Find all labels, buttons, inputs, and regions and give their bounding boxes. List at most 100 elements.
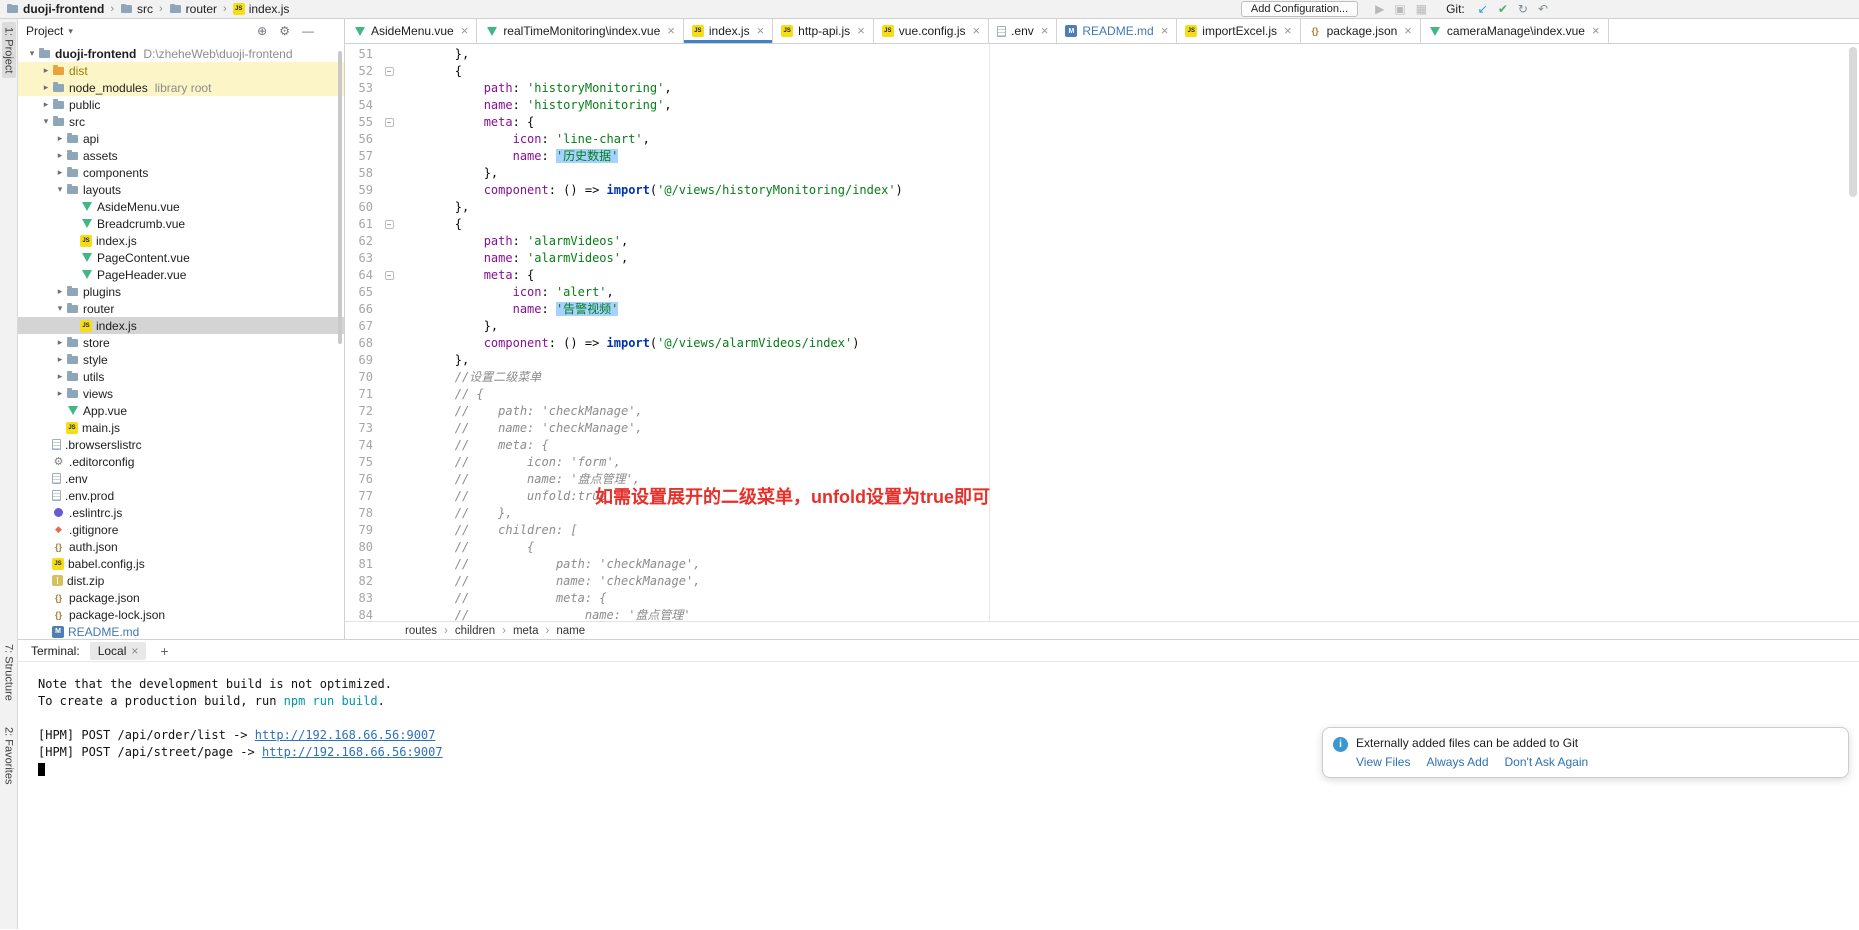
editor-tab[interactable]: {}package.json× — [1301, 19, 1421, 43]
tree-item-style[interactable]: ▸style — [18, 351, 344, 368]
editor-tab[interactable]: AsideMenu.vue× — [345, 19, 477, 43]
breadcrumb-item[interactable]: src — [120, 2, 153, 16]
tab-close-icon[interactable]: × — [1284, 26, 1292, 36]
code-text[interactable]: }, — [397, 199, 469, 216]
tree-item-store[interactable]: ▸store — [18, 334, 344, 351]
chevron-right-icon[interactable]: ▸ — [54, 354, 66, 365]
breadcrumb-item[interactable]: meta — [513, 625, 539, 637]
editor-tab[interactable]: cameraManage\index.vue× — [1421, 19, 1609, 43]
line-number[interactable]: 77 — [345, 488, 381, 505]
chevron-down-icon[interactable]: ▾ — [54, 303, 66, 314]
tab-close-icon[interactable]: × — [972, 26, 980, 36]
chevron-right-icon[interactable]: ▸ — [40, 65, 52, 76]
tree-item-.env.prod[interactable]: .env.prod — [18, 487, 344, 504]
line-number[interactable]: 63 — [345, 250, 381, 267]
line-number[interactable]: 65 — [345, 284, 381, 301]
code-text[interactable]: //设置二级菜单 — [397, 369, 541, 386]
tree-item-dist.zip[interactable]: dist.zip — [18, 572, 344, 589]
line-number[interactable]: 82 — [345, 573, 381, 590]
line-number[interactable]: 64 — [345, 267, 381, 284]
code-text[interactable]: // meta: { — [397, 437, 549, 454]
tab-close-icon[interactable]: × — [461, 26, 469, 36]
editor-tab[interactable]: MREADME.md× — [1057, 19, 1177, 43]
tree-item-router[interactable]: ▾router — [18, 300, 344, 317]
tree-item-PageContent.vue[interactable]: PageContent.vue — [18, 249, 344, 266]
chevron-right-icon[interactable]: ▸ — [54, 167, 66, 178]
code-text[interactable]: component: () => import('@/views/history… — [397, 182, 903, 199]
line-number[interactable]: 61 — [345, 216, 381, 233]
code-text[interactable]: // path: 'checkManage', — [397, 403, 643, 420]
chevron-right-icon[interactable]: ▸ — [40, 99, 52, 110]
code-text[interactable]: path: 'historyMonitoring', — [397, 80, 672, 97]
fold-icon[interactable]: − — [381, 63, 397, 80]
tool-button-structure[interactable]: 7: Structure — [2, 639, 16, 706]
editor-tab[interactable]: realTimeMonitoring\index.vue× — [477, 19, 684, 43]
tab-close-icon[interactable]: × — [1041, 26, 1049, 36]
project-view-selector[interactable]: Project ▾ — [26, 24, 73, 38]
line-number[interactable]: 68 — [345, 335, 381, 352]
code-text[interactable]: meta: { — [397, 114, 534, 131]
line-number[interactable]: 72 — [345, 403, 381, 420]
line-number[interactable]: 67 — [345, 318, 381, 335]
line-number[interactable]: 53 — [345, 80, 381, 97]
chevron-down-icon[interactable]: ▾ — [26, 48, 38, 59]
code-text[interactable]: name: 'historyMonitoring', — [397, 97, 672, 114]
code-text[interactable]: }, — [397, 46, 469, 63]
code-text[interactable]: // icon: 'form', — [397, 454, 621, 471]
code-text[interactable]: // { — [397, 386, 484, 403]
fold-icon[interactable]: − — [381, 216, 397, 233]
tree-item-api[interactable]: ▸api — [18, 130, 344, 147]
code-text[interactable]: icon: 'line-chart', — [397, 131, 650, 148]
line-number[interactable]: 56 — [345, 131, 381, 148]
tree-item-main.js[interactable]: JSmain.js — [18, 419, 344, 436]
tree-item-PageHeader.vue[interactable]: PageHeader.vue — [18, 266, 344, 283]
tree-item-package-lock.json[interactable]: {}package-lock.json — [18, 606, 344, 623]
tree-item-.editorconfig[interactable]: ⚙.editorconfig — [18, 453, 344, 470]
debug-icon[interactable]: ▣ — [1389, 1, 1410, 17]
line-number[interactable]: 80 — [345, 539, 381, 556]
notification-action[interactable]: Always Add — [1426, 755, 1488, 769]
chevron-right-icon[interactable]: ▸ — [54, 388, 66, 399]
chevron-right-icon[interactable]: ▸ — [54, 150, 66, 161]
fold-icon[interactable]: − — [381, 114, 397, 131]
code-text[interactable]: }, — [397, 318, 498, 335]
line-number[interactable]: 57 — [345, 148, 381, 165]
tool-button-favorites[interactable]: 2: Favorites — [2, 722, 16, 789]
line-number[interactable]: 75 — [345, 454, 381, 471]
tab-close-icon[interactable]: × — [1404, 26, 1412, 36]
breadcrumb-item[interactable]: JSindex.js — [233, 2, 290, 16]
code-text[interactable]: }, — [397, 165, 498, 182]
code-editor[interactable]: 51 },52− {53 path: 'historyMonitoring',5… — [345, 44, 1859, 621]
coverage-icon[interactable]: ▦ — [1411, 1, 1432, 17]
code-text[interactable]: // { — [397, 539, 534, 556]
line-number[interactable]: 66 — [345, 301, 381, 318]
line-number[interactable]: 55 — [345, 114, 381, 131]
tree-item-views[interactable]: ▸views — [18, 385, 344, 402]
chevron-right-icon[interactable]: ▸ — [54, 371, 66, 382]
breadcrumb-item[interactable]: children — [455, 625, 495, 637]
editor-tab[interactable]: JSindex.js× — [684, 19, 773, 43]
editor-tab[interactable]: .env× — [989, 19, 1057, 43]
code-text[interactable]: // name: 'checkManage', — [397, 420, 643, 437]
chevron-right-icon[interactable]: ▸ — [54, 286, 66, 297]
update-project-icon[interactable]: ↙ — [1473, 1, 1493, 17]
editor-scrollbar[interactable] — [1847, 44, 1859, 621]
code-text[interactable]: // path: 'checkManage', — [397, 556, 700, 573]
code-text[interactable]: // name: '盘点管理' — [397, 607, 691, 621]
line-number[interactable]: 54 — [345, 97, 381, 114]
chevron-right-icon[interactable]: ▸ — [54, 133, 66, 144]
tree-item-package.json[interactable]: {}package.json — [18, 589, 344, 606]
fold-box[interactable]: − — [385, 220, 394, 229]
history-icon[interactable]: ↻ — [1513, 1, 1533, 17]
line-number[interactable]: 76 — [345, 471, 381, 488]
code-text[interactable]: // unfold:true — [397, 488, 607, 505]
line-number[interactable]: 52 — [345, 63, 381, 80]
terminal-tab-local[interactable]: Local × — [90, 642, 147, 660]
line-number[interactable]: 69 — [345, 352, 381, 369]
terminal-link[interactable]: http://192.168.66.56:9007 — [255, 728, 436, 742]
line-number[interactable]: 81 — [345, 556, 381, 573]
tree-item-duoji-frontend[interactable]: ▾duoji-frontendD:\zheheWeb\duoji-fronten… — [18, 45, 344, 62]
line-number[interactable]: 62 — [345, 233, 381, 250]
line-number[interactable]: 74 — [345, 437, 381, 454]
tree-item-App.vue[interactable]: App.vue — [18, 402, 344, 419]
